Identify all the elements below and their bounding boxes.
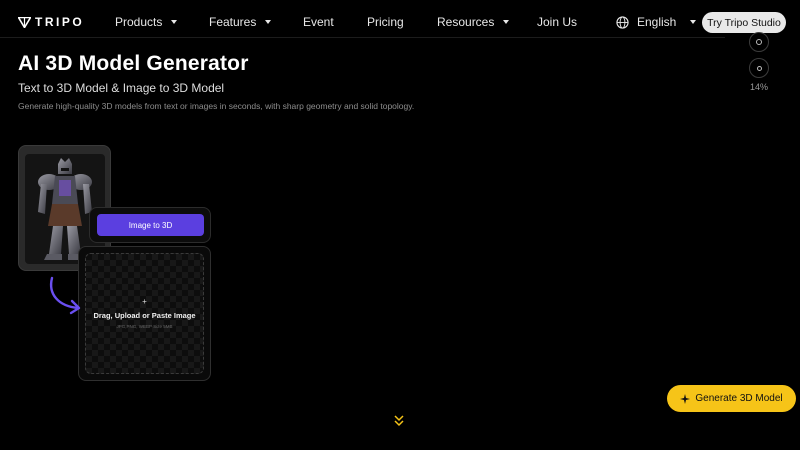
nav-item-products[interactable]: Products [115, 15, 178, 29]
chevron-down-icon [503, 20, 510, 24]
dot-icon [756, 39, 762, 45]
language-selector[interactable]: English [616, 15, 697, 29]
tripo-logo[interactable]: TRIPO [18, 15, 84, 29]
nav-item-label: Join Us [537, 15, 578, 29]
chevron-down-icon [171, 20, 178, 24]
language-label: English [637, 15, 677, 29]
nav-item-label: Event [303, 15, 334, 29]
curved-arrow-icon [49, 276, 81, 315]
nav-item-features[interactable]: Features [209, 15, 272, 29]
sparkle-icon [680, 393, 691, 404]
page-description: Generate high-quality 3D models from tex… [18, 101, 415, 111]
try-tripo-studio-button[interactable]: Try Tripo Studio [702, 12, 786, 33]
nav-item-join-us[interactable]: Join Us [537, 15, 577, 29]
generate-button-label: Generate 3D Model [695, 393, 783, 404]
nav-item-resources[interactable]: Resources [437, 15, 510, 29]
chevron-down-icon [690, 20, 697, 24]
dot-icon [756, 65, 762, 71]
nav-item-pricing[interactable]: Pricing [367, 15, 404, 29]
logo-text: TRIPO [35, 15, 85, 29]
plus-icon: + [142, 297, 147, 306]
tripo-logo-icon [18, 16, 31, 28]
globe-icon [616, 15, 629, 29]
page-subtitle: Text to 3D Model & Image to 3D Model [18, 81, 225, 95]
chevron-down-icon [265, 20, 272, 24]
nav-item-label: Products [115, 15, 163, 29]
side-nav-dot[interactable] [749, 58, 769, 78]
generate-3d-model-button[interactable]: Generate 3D Model [667, 385, 796, 412]
nav-item-event[interactable]: Event [303, 15, 334, 29]
side-nav-dot[interactable] [749, 32, 769, 52]
scroll-down-icon[interactable] [393, 414, 405, 428]
upload-hint: JPG,PNG, WEBP Size 5MB [116, 324, 173, 329]
nav-divider [0, 37, 725, 38]
nav-item-label: Pricing [367, 15, 404, 29]
image-to-3d-button[interactable]: Image to 3D [97, 214, 204, 236]
page-title: AI 3D Model Generator [18, 52, 249, 75]
upload-label: Drag, Upload or Paste Image [93, 311, 196, 320]
nav-item-label: Resources [437, 15, 495, 29]
nav-item-label: Features [209, 15, 257, 29]
progress-percent: 14% [749, 82, 768, 92]
